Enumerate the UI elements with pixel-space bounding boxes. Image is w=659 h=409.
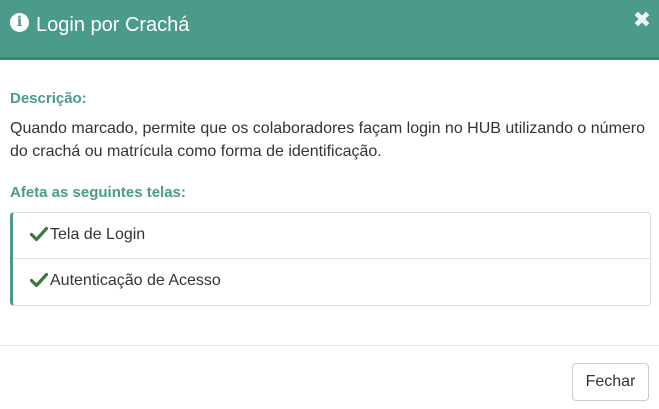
modal-dialog: i Login por Crachá ✖ Descrição: Quando m… xyxy=(0,0,659,409)
list-item: Autenticação de Acesso xyxy=(13,259,650,304)
screen-label: Autenticação de Acesso xyxy=(50,272,221,289)
list-item: Tela de Login xyxy=(13,213,650,259)
screen-label: Tela de Login xyxy=(50,226,146,243)
check-icon xyxy=(30,226,48,242)
description-text: Quando marcado, permite que os colaborad… xyxy=(10,120,646,160)
close-icon[interactable]: ✖ xyxy=(629,8,655,34)
close-button[interactable]: Fechar xyxy=(572,363,649,401)
affected-screens-list: Tela de Login Autenticação de Acesso xyxy=(10,212,651,306)
check-icon xyxy=(30,272,48,288)
modal-header: i Login por Crachá ✖ xyxy=(0,0,659,60)
info-circle-icon: i xyxy=(10,13,29,32)
modal-title: Login por Crachá xyxy=(36,14,190,36)
affected-screens-label: Afeta as seguintes telas: xyxy=(10,184,186,201)
footer-divider xyxy=(0,345,659,346)
description-label: Descrição: xyxy=(10,90,87,107)
